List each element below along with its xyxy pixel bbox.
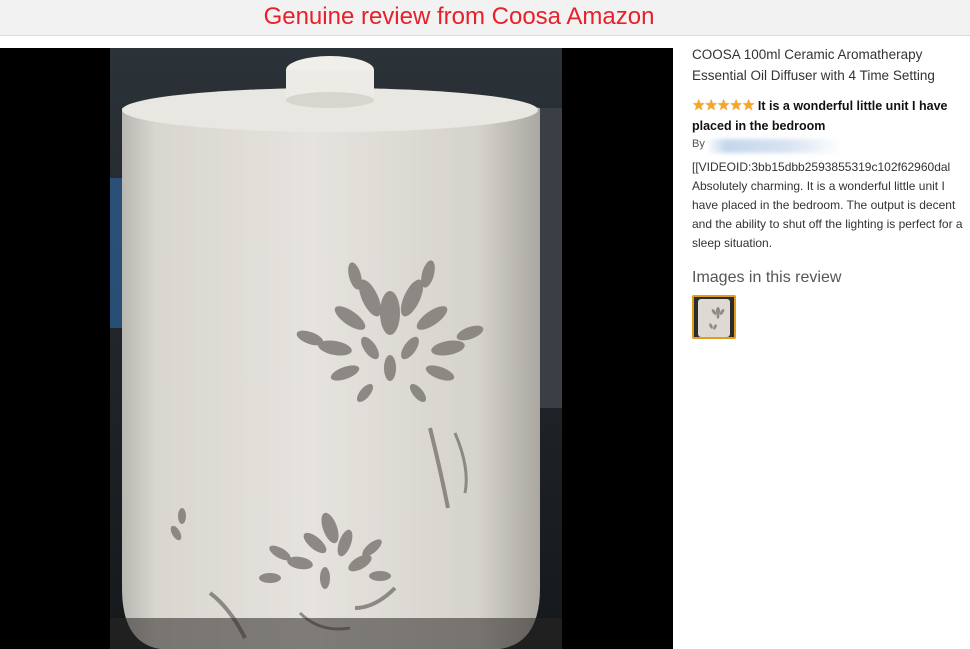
review-header: ★★★★★ It is a wonderful little unit I ha… <box>692 96 970 136</box>
banner: Genuine review from Coosa Amazon <box>0 0 970 36</box>
star-icon: ★ <box>729 97 743 114</box>
product-title[interactable]: COOSA 100ml Ceramic Aromatherapy Essenti… <box>692 44 962 86</box>
diffuser-photo <box>110 48 562 649</box>
review-video[interactable] <box>0 48 673 649</box>
thumbnail-image <box>694 297 734 337</box>
review-image-thumbnail[interactable] <box>692 295 736 339</box>
review-body: [[VIDEOID:3bb15dbb2593855319c102f62960da… <box>692 158 970 253</box>
by-label: By <box>692 138 705 150</box>
author-name-redacted[interactable] <box>706 139 842 153</box>
review-author: By <box>692 138 970 154</box>
rating-stars: ★★★★★ <box>692 96 756 116</box>
star-icon: ★ <box>704 97 718 114</box>
star-icon: ★ <box>741 97 756 114</box>
banner-title: Genuine review from Coosa Amazon <box>263 3 655 30</box>
images-heading: Images in this review <box>692 269 842 286</box>
review-text: Absolutely charming. It is a wonderful l… <box>692 179 963 250</box>
review-panel: COOSA 100ml Ceramic Aromatherapy Essenti… <box>692 44 970 339</box>
video-id-text: [[VIDEOID:3bb15dbb2593855319c102f62960da… <box>692 160 951 174</box>
